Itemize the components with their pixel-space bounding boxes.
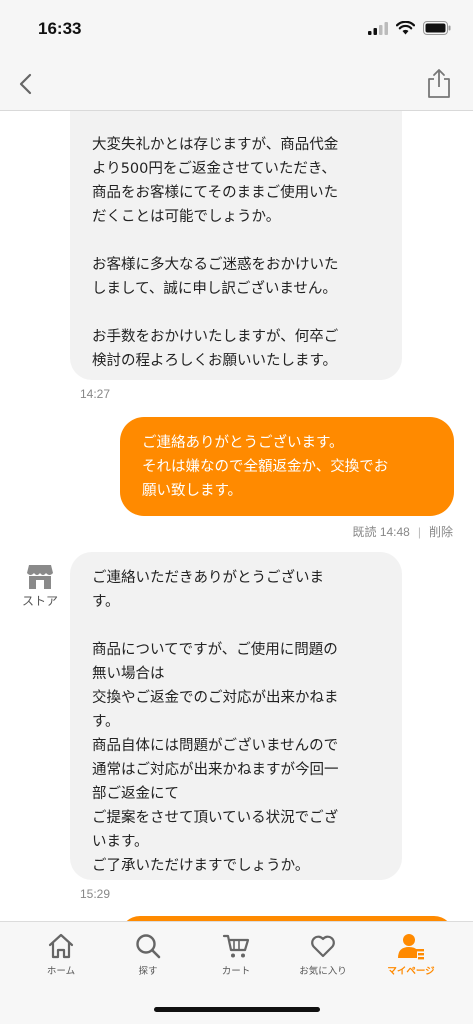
message-time: 14:27 — [80, 387, 111, 401]
store-avatar: ストア — [18, 564, 62, 609]
message-time: 15:29 — [80, 887, 111, 901]
store-icon — [27, 565, 53, 589]
signal-icon — [368, 21, 388, 35]
nav-bar — [0, 58, 473, 111]
status-bar: 16:33 — [0, 0, 473, 58]
search-icon — [136, 934, 161, 959]
tab-favorites[interactable]: お気に入り — [278, 932, 368, 977]
tab-label: カート — [221, 966, 251, 977]
divider: | — [417, 524, 421, 539]
home-icon — [48, 933, 74, 959]
chat-thread[interactable]: 大変失礼かとは存じますが、商品代金 より500円をご返金させていただき、 商品を… — [0, 111, 473, 921]
incoming-message-bubble: ご連絡いただきありがとうございま す。 商品についてですが、ご使用に問題の 無い… — [70, 552, 402, 880]
home-indicator — [154, 1007, 320, 1012]
outgoing-message-bubble: ご連絡ありがとうございます。 それは嫌なので全額返金か、交換でお 願い致します。 — [120, 417, 454, 516]
wifi-icon — [396, 21, 415, 35]
tab-search[interactable]: 探す — [103, 932, 193, 977]
read-status-row: 既読 14:48 | 削除 — [352, 523, 453, 540]
store-label: ストア — [21, 594, 58, 608]
status-icons — [368, 21, 451, 35]
read-status: 既読 14:48 — [352, 525, 410, 539]
tab-label: お気に入り — [299, 966, 347, 977]
tab-cart[interactable]: カート — [191, 932, 281, 977]
tab-mypage[interactable]: マイページ — [366, 932, 456, 977]
person-icon — [398, 934, 424, 960]
heart-icon — [311, 935, 335, 958]
tab-label: 探す — [138, 966, 158, 977]
status-time: 16:33 — [38, 19, 82, 38]
share-button[interactable] — [425, 67, 453, 99]
back-button[interactable] — [14, 71, 40, 97]
cart-icon — [222, 934, 250, 958]
delete-message-button[interactable]: 削除 — [429, 523, 453, 540]
tab-label: マイページ — [387, 966, 435, 977]
tab-home[interactable]: ホーム — [16, 932, 106, 977]
tab-label: ホーム — [46, 966, 76, 977]
battery-icon — [423, 21, 451, 35]
incoming-message-bubble: 大変失礼かとは存じますが、商品代金 より500円をご返金させていただき、 商品を… — [70, 111, 402, 380]
